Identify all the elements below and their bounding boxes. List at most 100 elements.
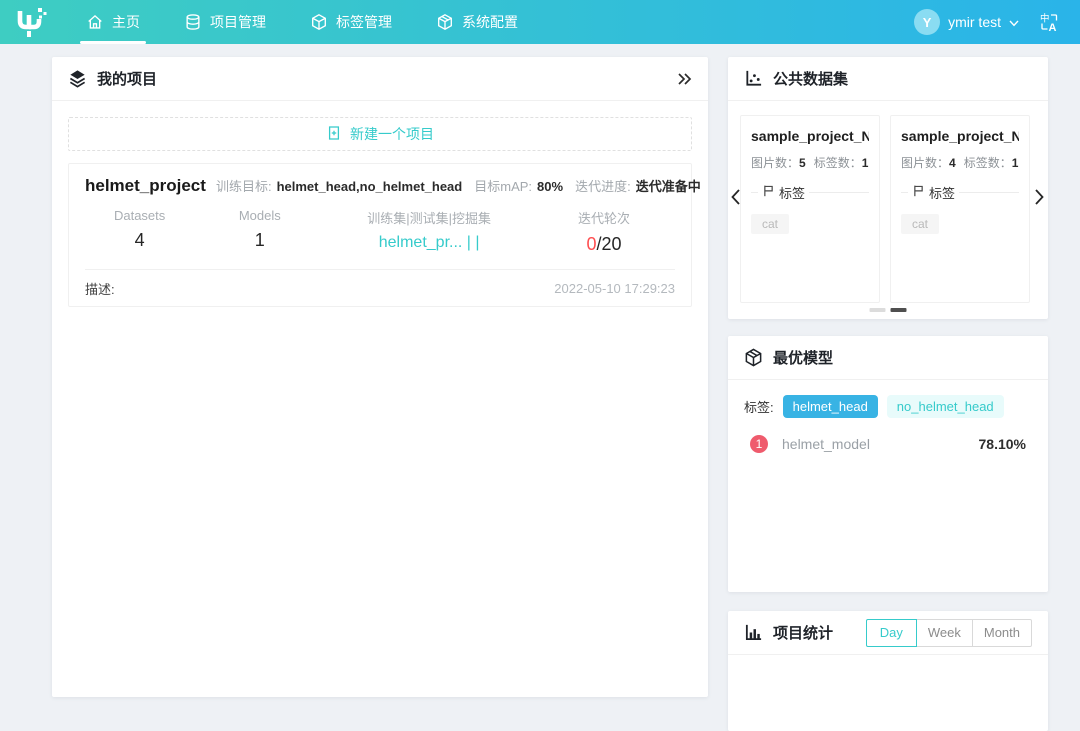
train-goal-label: 训练目标: xyxy=(216,176,272,195)
project-stats-header: 项目统计 Day Week Month xyxy=(728,611,1048,655)
home-icon xyxy=(86,13,104,31)
time-range-selector: Day Week Month xyxy=(866,619,1032,647)
target-map-value: 80% xyxy=(537,179,563,194)
public-datasets-panel: 公共数据集 sample_project_No... 图片数：5标签数：1 xyxy=(728,57,1048,319)
nav-item-label: 主页 xyxy=(112,12,140,32)
train-goal-value: helmet_head,no_helmet_head xyxy=(277,179,463,194)
carousel-prev-button[interactable] xyxy=(728,185,742,209)
carousel-page-1[interactable] xyxy=(870,308,886,312)
dataset-keyword-tag: cat xyxy=(901,214,939,234)
stat-iterations: 迭代轮次 0/20 xyxy=(533,208,675,255)
description-label: 描述: xyxy=(85,279,115,298)
model-name: helmet_model xyxy=(782,436,870,452)
keyword-filter-row: 标签: helmet_head no_helmet_head xyxy=(744,395,1032,418)
panel-title: 最优模型 xyxy=(773,347,833,368)
divider-line xyxy=(959,192,1019,193)
panel-title: 公共数据集 xyxy=(773,68,848,89)
project-card[interactable]: helmet_project 训练目标: helmet_head,no_helm… xyxy=(68,163,692,307)
keywords-divider: 标签 xyxy=(751,183,869,202)
dataset-card[interactable]: sample_project_No... 图片数：5标签数：1 标签 cat xyxy=(740,115,880,303)
svg-text:A: A xyxy=(1049,22,1057,33)
range-month-button[interactable]: Month xyxy=(972,619,1032,647)
carousel-page-2[interactable] xyxy=(891,308,907,312)
ymir-logo-icon xyxy=(15,6,49,38)
iteration-progress-value: 迭代准备中 xyxy=(636,176,701,195)
bar-chart-icon xyxy=(744,623,763,642)
panel-title: 我的项目 xyxy=(97,68,157,89)
nav-item-label: 项目管理 xyxy=(210,12,266,32)
nav-item-label: 标签管理 xyxy=(336,12,392,32)
project-title-row: helmet_project 训练目标: helmet_head,no_helm… xyxy=(85,176,675,196)
main-nav: 主页 项目管理 标签管理 xyxy=(64,0,540,44)
dataset-info: 图片数：5标签数：1 xyxy=(751,154,869,171)
project-card-footer: 描述: 2022-05-10 17:29:23 xyxy=(85,269,675,298)
best-models-panel: 最优模型 标签: helmet_head no_helmet_head 1 he… xyxy=(728,336,1048,592)
keywords-divider: 标签 xyxy=(901,183,1019,202)
double-arrow-right-icon[interactable] xyxy=(677,72,692,86)
range-week-button[interactable]: Week xyxy=(916,619,973,647)
iteration-progress-label: 迭代进度: xyxy=(575,176,631,195)
range-day-button[interactable]: Day xyxy=(866,619,917,647)
file-add-icon xyxy=(326,125,342,144)
target-map-label: 目标mAP: xyxy=(474,176,532,195)
project-stats-panel: 项目统计 Day Week Month xyxy=(728,611,1048,731)
dataset-info: 图片数：4标签数：1 xyxy=(901,154,1019,171)
datasets-carousel: sample_project_No... 图片数：5标签数：1 标签 cat xyxy=(728,101,1048,319)
chevron-down-icon xyxy=(1009,14,1019,30)
public-datasets-header: 公共数据集 xyxy=(728,57,1048,101)
dataset-name: sample_project_No... xyxy=(901,128,1019,144)
project-stats-row: Datasets 4 Models 1 训练集|测试集|挖掘集 helmet_p… xyxy=(85,208,675,255)
nav-item-projects[interactable]: 项目管理 xyxy=(162,0,288,44)
avatar: Y xyxy=(914,9,940,35)
carousel-pagination xyxy=(870,308,907,312)
project-name[interactable]: helmet_project xyxy=(85,176,206,196)
cube-icon xyxy=(310,13,328,31)
model-row[interactable]: 1 helmet_model 78.10% xyxy=(744,435,1032,453)
top-navbar: 主页 项目管理 标签管理 xyxy=(0,0,1080,44)
nav-item-home[interactable]: 主页 xyxy=(64,0,162,44)
nav-item-label: 系统配置 xyxy=(462,12,518,32)
language-toggle-icon[interactable]: 中 A xyxy=(1039,12,1060,33)
rank-badge: 1 xyxy=(750,435,768,453)
database-icon xyxy=(184,13,202,31)
keyword-tag[interactable]: no_helmet_head xyxy=(887,395,1004,418)
divider-line xyxy=(901,192,908,193)
dataset-keyword-tag: cat xyxy=(751,214,789,234)
app-logo[interactable] xyxy=(0,0,64,44)
best-models-header: 最优模型 xyxy=(728,336,1048,380)
keywords-label: 标签: xyxy=(744,397,774,416)
my-projects-body: 新建一个项目 helmet_project 训练目标: helmet_head,… xyxy=(52,101,708,323)
stat-models: Models 1 xyxy=(194,208,325,255)
user-menu[interactable]: Y ymir test xyxy=(914,9,1019,35)
create-project-label: 新建一个项目 xyxy=(350,124,434,144)
my-projects-panel: 我的项目 新建一个项目 helmet_project 训练目标: helmet_… xyxy=(52,57,708,697)
nav-item-keywords[interactable]: 标签管理 xyxy=(288,0,414,44)
panel-title: 项目统计 xyxy=(773,622,833,643)
layers-icon xyxy=(68,69,87,88)
create-project-button[interactable]: 新建一个项目 xyxy=(68,117,692,151)
best-models-body: 标签: helmet_head no_helmet_head 1 helmet_… xyxy=(728,380,1048,468)
training-set-link[interactable]: helmet_pr... | | xyxy=(325,234,533,252)
divider-line xyxy=(751,192,758,193)
navbar-right: Y ymir test 中 A xyxy=(914,0,1080,44)
flag-icon xyxy=(912,184,925,202)
scatter-chart-icon xyxy=(744,69,763,88)
keyword-tag-selected[interactable]: helmet_head xyxy=(783,395,878,418)
created-timestamp: 2022-05-10 17:29:23 xyxy=(554,281,675,296)
nav-item-settings[interactable]: 系统配置 xyxy=(414,0,540,44)
dataset-card[interactable]: sample_project_No... 图片数：4标签数：1 标签 cat xyxy=(890,115,1030,303)
my-projects-header: 我的项目 xyxy=(52,57,708,101)
dataset-cards: sample_project_No... 图片数：5标签数：1 标签 cat xyxy=(740,115,1048,303)
model-cube-icon xyxy=(744,348,763,367)
model-map-value: 78.10% xyxy=(979,436,1026,452)
stat-datasets: Datasets 4 xyxy=(85,208,194,255)
stat-sets: 训练集|测试集|挖掘集 helmet_pr... | | xyxy=(325,208,533,255)
dataset-name: sample_project_No... xyxy=(751,128,869,144)
iteration-current: 0 xyxy=(586,234,596,254)
iteration-total: /20 xyxy=(596,234,621,254)
flag-icon xyxy=(762,184,775,202)
carousel-next-button[interactable] xyxy=(1032,185,1046,209)
user-name: ymir test xyxy=(948,14,1001,30)
config-cube-icon xyxy=(436,13,454,31)
divider-line xyxy=(809,192,869,193)
